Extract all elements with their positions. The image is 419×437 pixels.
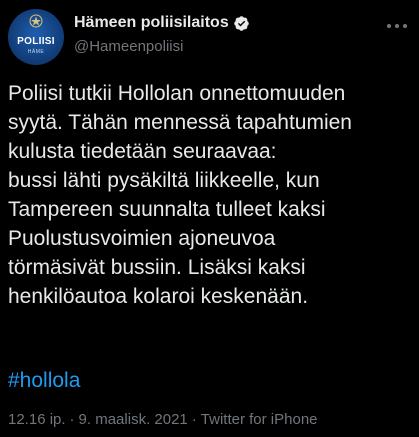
tweet-text-line: törmäsivät bussiin. Lisäksi kaksi xyxy=(8,256,306,279)
name-row: Hämeen poliisilaitos xyxy=(74,14,250,32)
avatar-subtitle: HÄME xyxy=(27,49,45,55)
display-name[interactable]: Hämeen poliisilaitos xyxy=(74,14,229,32)
avatar-title: POLIISI xyxy=(17,36,55,47)
tweet-text-line: Tampereen suunnalta tulleet kaksi xyxy=(8,198,326,221)
tweet-date[interactable]: 9. maalisk. 2021 xyxy=(79,411,188,428)
tweet-text-line: syytä. Tähän mennessä tapahtumien xyxy=(8,111,352,134)
meta-separator: · xyxy=(69,411,75,428)
verified-badge-icon xyxy=(233,15,249,31)
tweet-text: Poliisi tutkii Hollolan onnettomuuden sy… xyxy=(8,79,413,311)
more-options-icon[interactable] xyxy=(385,18,409,34)
hashtag-link[interactable]: #hollola xyxy=(8,366,80,395)
meta-separator: · xyxy=(191,411,197,428)
avatar[interactable]: POLIISI HÄME xyxy=(8,9,64,65)
tweet-text-line: henkilöautoa kolaroi keskenään. xyxy=(8,285,309,308)
police-crest-icon xyxy=(29,14,43,28)
tweet-time[interactable]: 12.16 ip. xyxy=(8,411,66,428)
tweet-text-line: kulusta tiedetään seuraavaa: xyxy=(8,140,277,163)
user-handle[interactable]: @Hameenpoliisi xyxy=(74,38,183,55)
tweet-source[interactable]: Twitter for iPhone xyxy=(201,411,318,428)
tweet-meta: 12.16 ip. · 9. maalisk. 2021 · Twitter for i… xyxy=(8,411,318,428)
tweet-header: POLIISI HÄME Hämeen poliisilaitos @Hamee… xyxy=(6,4,409,65)
tweet-text-line: Puolustusvoimien ajoneuvoa xyxy=(8,227,276,250)
tweet-text-line: bussi lähti pysäkiltä liikkeelle, kun xyxy=(8,169,320,192)
tweet-text-line: Poliisi tutkii Hollolan onnettomuuden xyxy=(8,82,346,105)
